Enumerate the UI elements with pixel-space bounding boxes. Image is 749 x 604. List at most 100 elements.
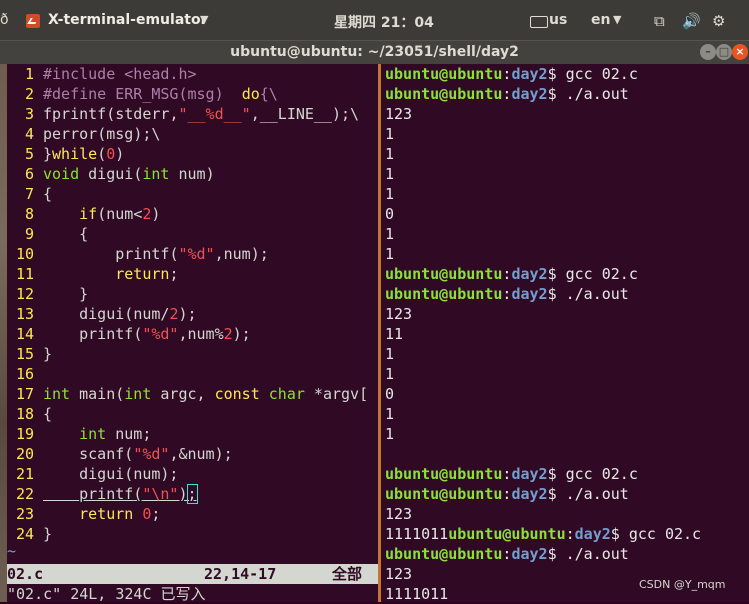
code-line[interactable]: 14 printf("%d",num%2); [7, 324, 251, 344]
code-line[interactable]: 11 return; [7, 264, 179, 284]
output-line: 123 [385, 504, 412, 524]
code-line[interactable]: 2 #define ERR_MSG(msg) do{\ [7, 84, 278, 104]
code-line[interactable]: 18 { [7, 404, 52, 424]
line-number: 12 [15, 285, 34, 303]
code-line[interactable]: 19 int num; [7, 424, 151, 444]
chevron-down-icon[interactable]: ▼ [613, 13, 621, 26]
top-panel: ð X-terminal-emulator ▼ 星期四 21：04 us en … [0, 0, 749, 44]
command-text: ./a.out [556, 485, 629, 503]
line-number: 3 [24, 105, 34, 123]
code-line[interactable]: 4 perror(msg);\ [7, 124, 160, 144]
output-line: 1 [385, 424, 394, 444]
keyboard-icon[interactable] [530, 16, 548, 28]
output-line: 1 [385, 124, 394, 144]
code-line[interactable]: 3 fprintf(stderr,"__%d__",__LINE__);\ [7, 104, 359, 124]
window-titlebar: ubuntu@ubuntu: ~/23051/shell/day2 – □ × [0, 40, 749, 65]
chevron-down-icon[interactable]: ▼ [200, 13, 208, 26]
code-text: fprintf(stderr,"__%d__",__LINE__);\ [43, 105, 360, 123]
code-text: scanf("%d",&num); [79, 445, 233, 463]
code-line[interactable]: 17 int main(int argc, const char *argv[ [7, 384, 368, 404]
line-number: 14 [15, 325, 34, 343]
prompt-user-host: ubuntu@ubuntu [385, 485, 503, 503]
code-text: if(num<2) [79, 205, 161, 223]
prompt-line: ubuntu@ubuntu:day2$ gcc 02.c [385, 465, 638, 483]
line-number: 21 [15, 465, 34, 483]
line-number: 11 [15, 265, 34, 283]
code-line[interactable]: 5}while(0) [7, 144, 124, 164]
output-line: 123 [385, 564, 412, 584]
code-line[interactable]: 1 #include <head.h> [7, 64, 197, 84]
line-number: 6 [24, 165, 34, 183]
code-text: perror(msg);\ [43, 125, 161, 143]
line-number: 19 [15, 425, 34, 443]
code-line[interactable]: 15} [7, 344, 52, 364]
app-menu-name[interactable]: X-terminal-emulator [48, 12, 207, 28]
prompt-user-host: ubuntu@ubuntu [385, 285, 503, 303]
code-line[interactable]: 23 return 0; [7, 504, 160, 524]
output-line: 1 [385, 404, 394, 424]
prompt-directory: day2 [574, 525, 611, 543]
panel-left-stub: ð [0, 12, 9, 28]
code-text: void digui(int num) [43, 165, 215, 183]
output-text: 1 [385, 405, 395, 423]
language-indicator[interactable]: en [591, 12, 610, 28]
code-line[interactable]: 13 digui(num/2); [7, 304, 197, 324]
output-line: 0 [385, 204, 394, 224]
output-text: 123 [385, 505, 413, 523]
prompt-directory: day2 [511, 285, 548, 303]
line-number: 2 [24, 85, 34, 103]
line-number: 9 [24, 225, 34, 243]
output-text: 1 [385, 185, 395, 203]
code-text: printf("%d",num); [115, 245, 269, 263]
code-line[interactable]: 8 if(num<2) [7, 204, 160, 224]
prompt-line: ubuntu@ubuntu:day2$ gcc 02.c [385, 65, 638, 83]
input-method-indicator[interactable]: us [549, 12, 567, 28]
line-number: 22 [15, 485, 34, 503]
output-line: 1 [385, 164, 394, 184]
output-text: 1 [385, 425, 395, 443]
output-text: 1 [385, 165, 395, 183]
prompt-line: ubuntu@ubuntu:day2$ ./a.out [385, 85, 629, 103]
code-text: }while(0) [43, 145, 125, 163]
code-text: printf("%d",num%2); [79, 325, 251, 343]
code-line[interactable]: 7{ [7, 184, 52, 204]
line-number: 18 [15, 405, 34, 423]
code-text: } [43, 525, 53, 543]
status-cursor-position: 22,14-17 [204, 565, 277, 583]
close-button[interactable]: × [732, 44, 748, 60]
minimize-button[interactable]: – [700, 44, 716, 60]
vim-pane[interactable]: 1 #include <head.h> 2 #define ERR_MSG(msg) … [7, 64, 378, 603]
output-line: 123 [385, 104, 412, 124]
output-text: 123 [385, 105, 413, 123]
prompt-user-host: ubuntu@ubuntu [385, 85, 503, 103]
code-text: digui(num); [79, 465, 179, 483]
line-number: 23 [15, 505, 34, 523]
clock[interactable]: 星期四 21：04 [334, 12, 434, 32]
code-line[interactable]: 21 digui(num); [7, 464, 179, 484]
settings-gear-icon[interactable]: ⚙ [712, 12, 725, 30]
command-text: gcc 02.c [556, 265, 638, 283]
shell-pane[interactable]: ubuntu@ubuntu:day2$ gcc 02.c ubuntu@ubunt… [381, 64, 749, 602]
output-line: 1 [385, 144, 394, 164]
maximize-button[interactable]: □ [716, 44, 732, 60]
code-line[interactable]: 20 scanf("%d",&num); [7, 444, 233, 464]
prompt-user-host: ubuntu@ubuntu [385, 65, 503, 83]
code-line[interactable]: 6 void digui(int num) [7, 164, 215, 184]
network-icon[interactable]: ⧉ [654, 12, 665, 30]
line-number: 1 [24, 65, 34, 83]
watermark: CSDN @Y_mqm [639, 578, 726, 591]
code-line[interactable]: 12 } [7, 284, 88, 304]
output-text: 11 [385, 325, 404, 343]
terminal-app-icon[interactable] [26, 14, 40, 28]
code-line[interactable]: 22 printf("\n"); [7, 484, 198, 504]
code-line[interactable]: 24} [7, 524, 52, 544]
volume-icon[interactable]: 🔊 [682, 12, 701, 30]
code-line[interactable]: 9 { [7, 224, 88, 244]
output-text: 1 [385, 225, 395, 243]
prompt-line: ubuntu@ubuntu:day2$ ./a.out [385, 285, 629, 303]
line-number: 13 [15, 305, 34, 323]
code-line[interactable]: 10 printf("%d",num); [7, 244, 269, 264]
code-text: { [43, 185, 53, 203]
output-line: 1 [385, 244, 394, 264]
code-line[interactable]: 16 [7, 364, 43, 384]
